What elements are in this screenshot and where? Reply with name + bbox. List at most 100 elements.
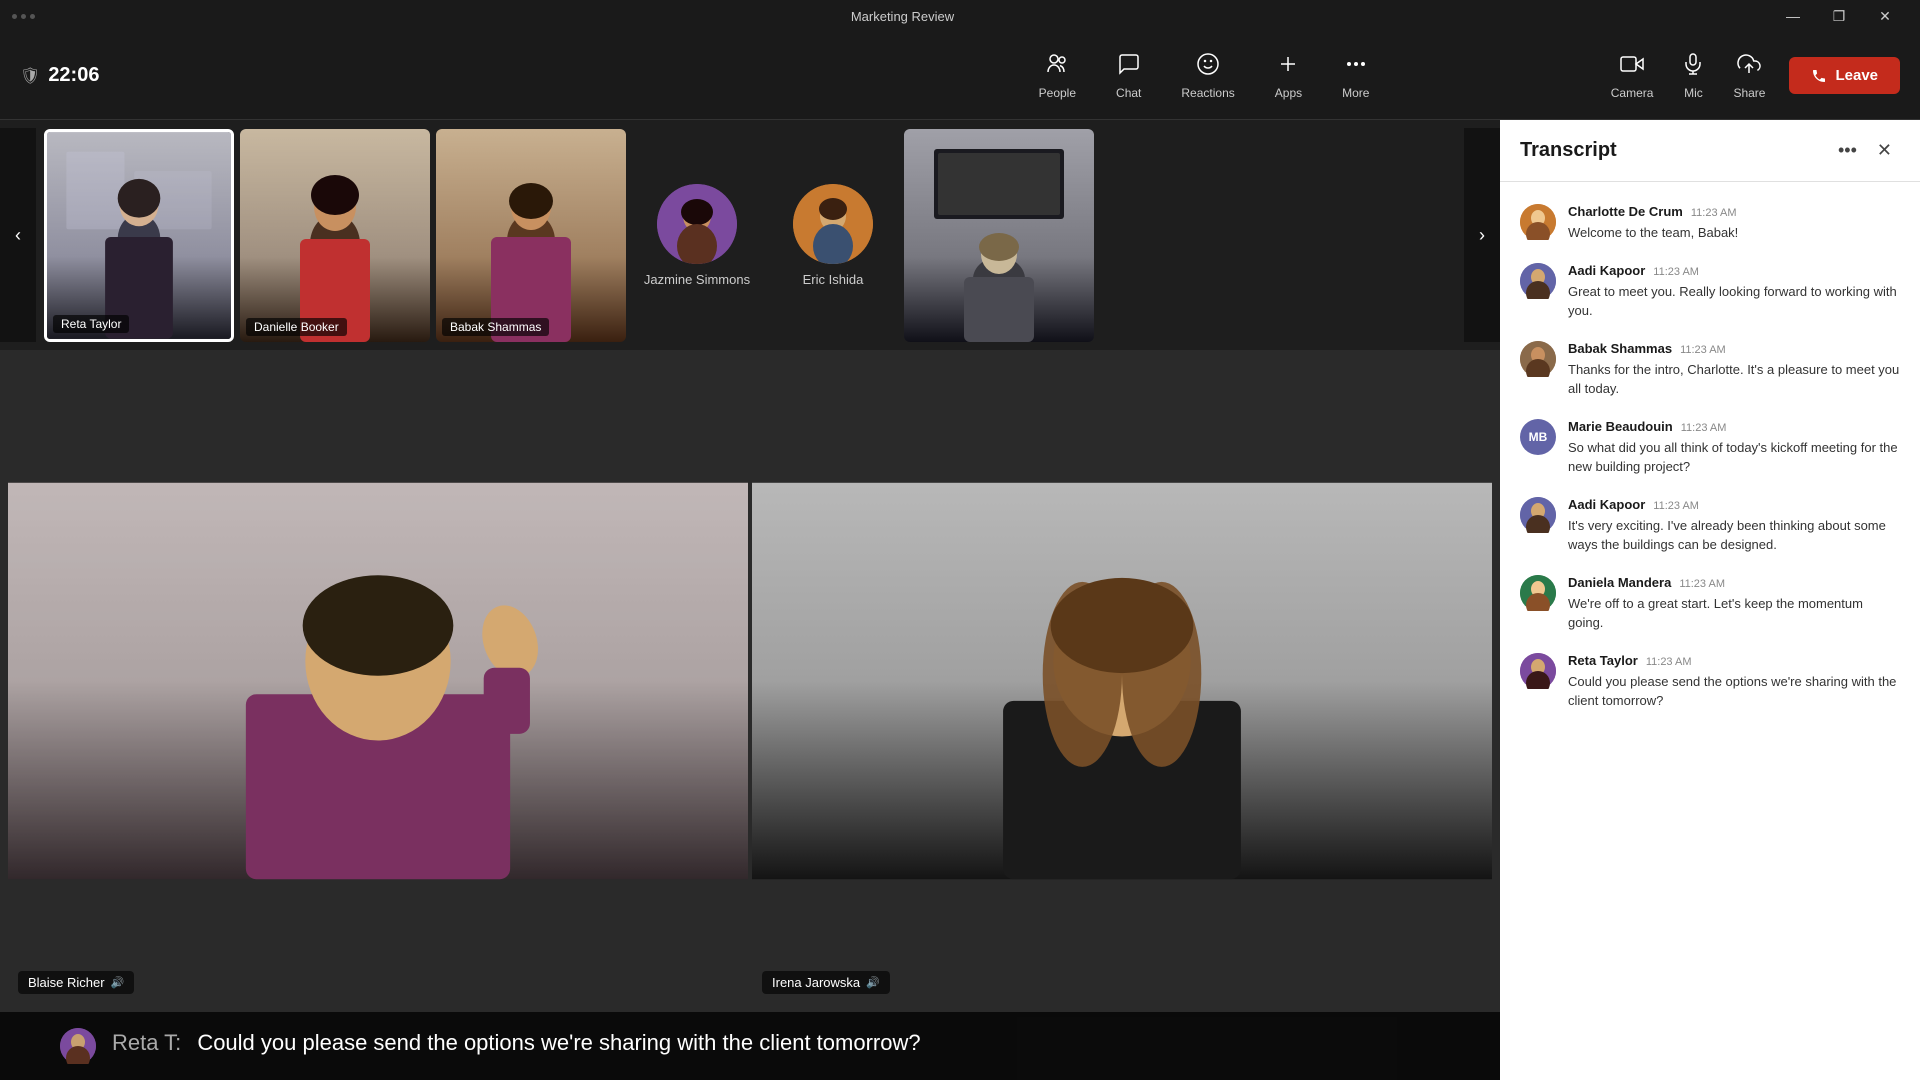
msg-name-7: Reta Taylor [1568, 653, 1638, 668]
participant-tile-eric[interactable]: Eric Ishida [768, 184, 898, 287]
msg-text-4: So what did you all think of today's kic… [1568, 438, 1900, 477]
share-label: Share [1733, 86, 1765, 100]
mic-indicator-blaise: 🔊 [111, 976, 125, 989]
participants-row: Reta Taylor Danielle Boo [36, 129, 1464, 342]
msg-content-1: Charlotte De Crum 11:23 AM Welcome to th… [1568, 204, 1900, 243]
apps-label: Apps [1275, 86, 1302, 100]
transcript-more-button[interactable]: ••• [1830, 136, 1865, 165]
transcript-panel: Transcript ••• ✕ Charlotte De Crum [1500, 120, 1920, 1080]
strip-nav-left[interactable]: ‹ [0, 128, 36, 342]
leave-label: Leave [1835, 67, 1878, 84]
participant-strip: ‹ [0, 120, 1500, 350]
people-icon [1045, 52, 1069, 82]
msg-avatar-4: MB [1520, 419, 1556, 455]
mic-label: Mic [1684, 86, 1703, 100]
msg-time-5: 11:23 AM [1653, 500, 1699, 512]
toolbar-center: People Chat Reactions [809, 44, 1598, 108]
msg-text-6: We're off to a great start. Let's keep t… [1568, 594, 1900, 633]
transcript-messages: Charlotte De Crum 11:23 AM Welcome to th… [1500, 182, 1920, 1080]
msg-time-4: 11:23 AM [1681, 422, 1727, 434]
transcript-message-6: Daniela Mandera 11:23 AM We're off to a … [1500, 565, 1920, 643]
share-button[interactable]: Share [1721, 44, 1777, 108]
close-button[interactable]: ✕ [1862, 0, 1908, 32]
restore-button[interactable]: ❐ [1816, 0, 1862, 32]
msg-name-3: Babak Shammas [1568, 341, 1672, 356]
main-content: ‹ [0, 120, 1920, 1080]
caption-avatar [60, 1028, 96, 1064]
mic-icon [1681, 52, 1705, 82]
camera-label: Camera [1611, 86, 1654, 100]
participant-tile-danielle[interactable]: Danielle Booker [240, 129, 430, 342]
mic-button[interactable]: Mic [1669, 44, 1717, 108]
avatar-eric [793, 184, 873, 264]
transcript-message-2: Aadi Kapoor 11:23 AM Great to meet you. … [1500, 253, 1920, 331]
transcript-message-5: Aadi Kapoor 11:23 AM It's very exciting.… [1500, 487, 1920, 565]
toolbar: 🛡 22:06 People Chat [0, 32, 1920, 120]
msg-text-3: Thanks for the intro, Charlotte. It's a … [1568, 360, 1900, 399]
apps-button[interactable]: Apps [1257, 44, 1320, 108]
chat-button[interactable]: Chat [1098, 44, 1159, 108]
video-area: ‹ [0, 120, 1500, 1080]
toolbar-right: Camera Mic Share [1599, 44, 1900, 108]
tile-name-reta: Reta Taylor [53, 315, 129, 333]
msg-name-6: Daniela Mandera [1568, 575, 1671, 590]
strip-nav-right[interactable]: › [1464, 128, 1500, 342]
msg-avatar-7 [1520, 653, 1556, 689]
reactions-button[interactable]: Reactions [1163, 44, 1252, 108]
title-bar-dots [12, 14, 35, 19]
toolbar-left: 🛡 22:06 [20, 64, 809, 87]
transcript-title: Transcript [1520, 139, 1617, 162]
minimize-button[interactable]: — [1770, 0, 1816, 32]
camera-button[interactable]: Camera [1599, 44, 1666, 108]
more-button[interactable]: More [1324, 44, 1387, 108]
more-icon [1344, 52, 1368, 82]
leave-button[interactable]: Leave [1789, 57, 1900, 94]
msg-content-2: Aadi Kapoor 11:23 AM Great to meet you. … [1568, 263, 1900, 321]
transcript-message-1: Charlotte De Crum 11:23 AM Welcome to th… [1500, 194, 1920, 253]
reactions-icon [1196, 52, 1220, 82]
msg-content-4: Marie Beaudouin 11:23 AM So what did you… [1568, 419, 1900, 477]
main-video-tile-irena: Irena Jarowska 🔊 [752, 358, 1492, 1004]
msg-time-1: 11:23 AM [1691, 207, 1737, 219]
msg-content-7: Reta Taylor 11:23 AM Could you please se… [1568, 653, 1900, 711]
transcript-message-7: Reta Taylor 11:23 AM Could you please se… [1500, 643, 1920, 721]
share-icon [1737, 52, 1761, 82]
call-timer: 22:06 [48, 64, 99, 87]
msg-time-6: 11:23 AM [1679, 578, 1725, 590]
mv-name-irena: Irena Jarowska 🔊 [762, 971, 890, 994]
msg-avatar-2 [1520, 263, 1556, 299]
transcript-close-button[interactable]: ✕ [1869, 136, 1900, 165]
msg-text-1: Welcome to the team, Babak! [1568, 223, 1900, 243]
participant-tile-babak[interactable]: Babak Shammas [436, 129, 626, 342]
msg-time-3: 11:23 AM [1680, 344, 1726, 356]
msg-avatar-5 [1520, 497, 1556, 533]
tile-name-danielle: Danielle Booker [246, 318, 347, 336]
msg-content-3: Babak Shammas 11:23 AM Thanks for the in… [1568, 341, 1900, 399]
msg-name-1: Charlotte De Crum [1568, 204, 1683, 219]
avatar-name-jazmine: Jazmine Simmons [644, 272, 750, 287]
participant-tile-reta[interactable]: Reta Taylor [44, 129, 234, 342]
transcript-message-3: Babak Shammas 11:23 AM Thanks for the in… [1500, 331, 1920, 409]
tile-name-babak: Babak Shammas [442, 318, 549, 336]
people-label: People [1039, 86, 1076, 100]
msg-content-5: Aadi Kapoor 11:23 AM It's very exciting.… [1568, 497, 1900, 555]
msg-text-7: Could you please send the options we're … [1568, 672, 1900, 711]
apps-icon [1276, 52, 1300, 82]
caption-speaker: Reta T: [112, 1028, 181, 1056]
mv-name-blaise: Blaise Richer 🔊 [18, 971, 134, 994]
people-button[interactable]: People [1021, 44, 1094, 108]
msg-name-4: Marie Beaudouin [1568, 419, 1673, 434]
msg-avatar-6 [1520, 575, 1556, 611]
msg-text-2: Great to meet you. Really looking forwar… [1568, 282, 1900, 321]
transcript-header: Transcript ••• ✕ [1500, 120, 1920, 182]
transcript-header-actions: ••• ✕ [1830, 136, 1900, 165]
msg-content-6: Daniela Mandera 11:23 AM We're off to a … [1568, 575, 1900, 633]
msg-name-2: Aadi Kapoor [1568, 263, 1645, 278]
chat-label: Chat [1116, 86, 1141, 100]
avatar-name-eric: Eric Ishida [803, 272, 864, 287]
caption-bar: Reta T: Could you please send the option… [0, 1012, 1500, 1080]
transcript-message-4: MB Marie Beaudouin 11:23 AM So what did … [1500, 409, 1920, 487]
participant-tile-jazmine[interactable]: Jazmine Simmons [632, 184, 762, 287]
participant-tile-unknown[interactable] [904, 129, 1094, 342]
shield-icon: 🛡 [20, 66, 40, 86]
